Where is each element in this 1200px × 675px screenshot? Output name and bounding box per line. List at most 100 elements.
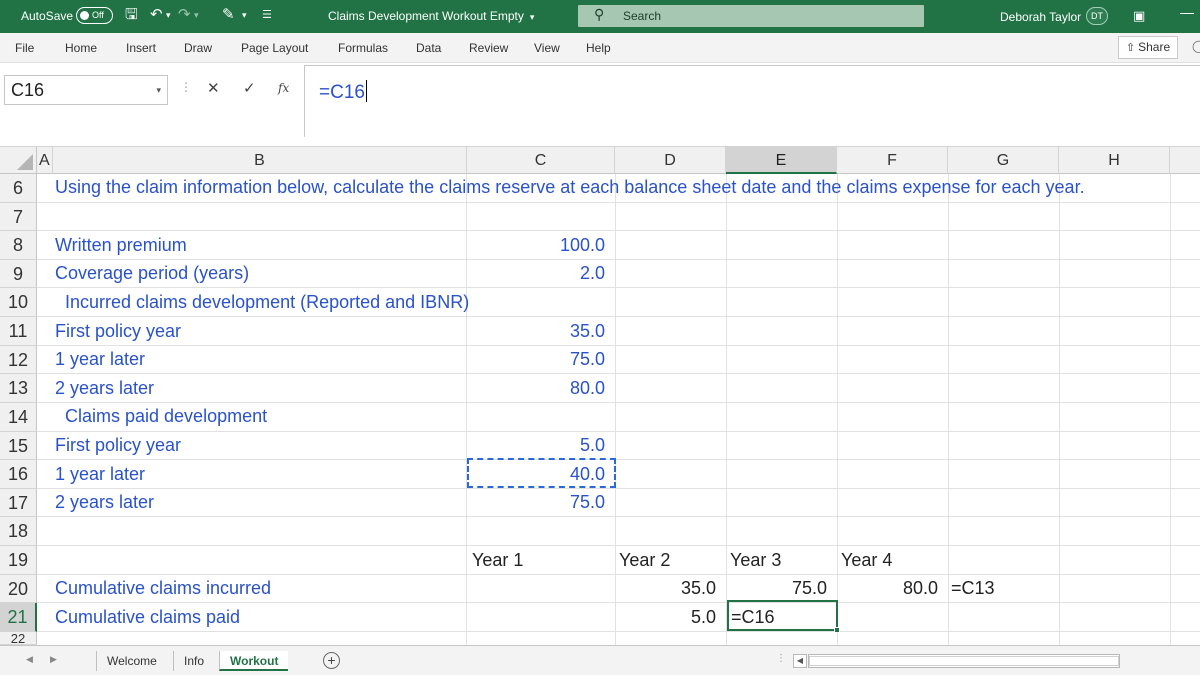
- tab-review[interactable]: Review: [469, 41, 508, 55]
- column-header-a[interactable]: A: [37, 147, 53, 174]
- year-3-header[interactable]: Year 3: [730, 550, 781, 571]
- sheet-tab-workout[interactable]: Workout: [219, 651, 289, 671]
- row-header-12[interactable]: 12: [0, 346, 37, 374]
- row-header-20[interactable]: 20: [0, 575, 37, 603]
- undo-icon[interactable]: ↶: [150, 6, 163, 24]
- incurred-header[interactable]: Incurred claims development (Reported an…: [65, 292, 469, 313]
- tab-file[interactable]: File: [15, 41, 34, 55]
- column-header-d[interactable]: D: [615, 147, 726, 174]
- coverage-period-label[interactable]: Coverage period (years): [55, 263, 249, 284]
- incurred-2-years-later-label[interactable]: 2 years later: [55, 378, 154, 399]
- incurred-1-year-later-label[interactable]: 1 year later: [55, 349, 145, 370]
- cumulative-incurred-label[interactable]: Cumulative claims incurred: [55, 578, 271, 599]
- more-options-icon[interactable]: ⋮: [180, 80, 192, 94]
- save-icon[interactable]: 🖫: [125, 6, 138, 24]
- row-header-17[interactable]: 17: [0, 489, 37, 517]
- chevron-down-icon[interactable]: ▾: [156, 76, 161, 104]
- paid-first-year-value[interactable]: 5.0: [467, 435, 605, 456]
- column-header-e[interactable]: E: [726, 147, 837, 174]
- ribbon-display-options-icon[interactable]: ▣: [1133, 8, 1145, 24]
- tab-view[interactable]: View: [534, 41, 560, 55]
- avatar[interactable]: DT: [1086, 7, 1108, 25]
- undo-dropdown-icon[interactable]: ▾: [166, 6, 171, 24]
- paid-2-years-later-value[interactable]: 75.0: [467, 492, 605, 513]
- tab-insert[interactable]: Insert: [126, 41, 156, 55]
- scroll-tabs-left-icon[interactable]: ◀: [26, 654, 33, 665]
- coverage-period-value[interactable]: 2.0: [467, 263, 605, 284]
- row-header-16[interactable]: 16: [0, 460, 37, 489]
- formula-input[interactable]: =C16: [304, 65, 1200, 137]
- document-title[interactable]: Claims Development Workout Empty ▾: [328, 9, 534, 23]
- column-header-h[interactable]: H: [1059, 147, 1170, 174]
- horizontal-scrollbar-thumb[interactable]: [809, 656, 1119, 666]
- row-header-18[interactable]: 18: [0, 517, 37, 546]
- row-header-22[interactable]: 22: [0, 632, 37, 645]
- year-2-header[interactable]: Year 2: [619, 550, 670, 571]
- share-button[interactable]: ⇧ Share: [1118, 36, 1178, 59]
- column-header-c[interactable]: C: [467, 147, 615, 174]
- incurred-first-year-value[interactable]: 35.0: [467, 321, 605, 342]
- insert-function-icon[interactable]: fx: [278, 81, 289, 95]
- written-premium-label[interactable]: Written premium: [55, 235, 187, 256]
- cumulative-incurred-e[interactable]: 75.0: [727, 578, 827, 599]
- scroll-left-icon[interactable]: ◀: [793, 654, 807, 668]
- instruction-text[interactable]: Using the claim information below, calcu…: [55, 177, 1085, 198]
- tab-draw[interactable]: Draw: [184, 41, 212, 55]
- row-header-15[interactable]: 15: [0, 432, 37, 460]
- incurred-1-year-later-value[interactable]: 75.0: [467, 349, 605, 370]
- add-sheet-icon[interactable]: +: [323, 652, 340, 669]
- horizontal-scrollbar[interactable]: [808, 654, 1120, 668]
- user-name[interactable]: Deborah Taylor: [1000, 10, 1081, 24]
- row-header-6[interactable]: 6: [0, 174, 37, 203]
- year-4-header[interactable]: Year 4: [841, 550, 892, 571]
- sheet-tab-info[interactable]: Info: [173, 651, 214, 671]
- row-header-9[interactable]: 9: [0, 260, 37, 288]
- row-header-19[interactable]: 19: [0, 546, 37, 575]
- column-header-f[interactable]: F: [837, 147, 948, 174]
- cancel-icon[interactable]: ✕: [207, 79, 220, 97]
- tab-formulas[interactable]: Formulas: [338, 41, 388, 55]
- paid-2-years-later-label[interactable]: 2 years later: [55, 492, 154, 513]
- cumulative-paid-d[interactable]: 5.0: [616, 607, 716, 628]
- painter-dropdown-icon[interactable]: ▾: [242, 6, 247, 24]
- paid-first-year-label[interactable]: First policy year: [55, 435, 181, 456]
- tab-home[interactable]: Home: [65, 41, 97, 55]
- cumulative-incurred-f[interactable]: 80.0: [838, 578, 938, 599]
- cumulative-paid-label[interactable]: Cumulative claims paid: [55, 607, 240, 628]
- cumulative-incurred-d[interactable]: 35.0: [616, 578, 716, 599]
- comments-icon[interactable]: ◯: [1192, 39, 1200, 53]
- column-header-b[interactable]: B: [53, 147, 467, 174]
- paid-header[interactable]: Claims paid development: [65, 406, 267, 427]
- split-handle-icon[interactable]: ⋮: [776, 653, 786, 664]
- tab-page-layout[interactable]: Page Layout: [241, 41, 308, 55]
- row-header-7[interactable]: 7: [0, 203, 37, 231]
- row-header-21[interactable]: 21: [0, 603, 37, 632]
- row-header-11[interactable]: 11: [0, 317, 37, 346]
- redo-icon[interactable]: ↷: [178, 6, 191, 24]
- cumulative-paid-e-edit[interactable]: =C16: [731, 607, 775, 628]
- row-header-13[interactable]: 13: [0, 374, 37, 403]
- row-header-10[interactable]: 10: [0, 288, 37, 317]
- incurred-2-years-later-value[interactable]: 80.0: [467, 378, 605, 399]
- customize-qat-icon[interactable]: ☰: [262, 6, 272, 24]
- sheet-tab-welcome[interactable]: Welcome: [96, 651, 167, 671]
- column-header-next[interactable]: [1170, 147, 1200, 174]
- row-header-14[interactable]: 14: [0, 403, 37, 432]
- select-all-button[interactable]: [0, 147, 37, 174]
- fill-handle[interactable]: [834, 627, 840, 633]
- scroll-tabs-right-icon[interactable]: ▶: [50, 654, 57, 665]
- name-box[interactable]: C16 ▾: [4, 75, 168, 105]
- format-painter-icon[interactable]: ✎: [222, 6, 235, 24]
- tab-help[interactable]: Help: [586, 41, 611, 55]
- search-box[interactable]: ⚲ Search: [578, 5, 924, 27]
- year-1-header[interactable]: Year 1: [472, 550, 523, 571]
- tab-data[interactable]: Data: [416, 41, 441, 55]
- autosave-toggle[interactable]: Off: [76, 7, 113, 24]
- row-header-8[interactable]: 8: [0, 231, 37, 260]
- written-premium-value[interactable]: 100.0: [467, 235, 605, 256]
- paid-1-year-later-label[interactable]: 1 year later: [55, 464, 145, 485]
- redo-dropdown-icon[interactable]: ▾: [194, 6, 199, 24]
- column-header-g[interactable]: G: [948, 147, 1059, 174]
- incurred-first-year-label[interactable]: First policy year: [55, 321, 181, 342]
- enter-icon[interactable]: ✓: [243, 79, 256, 97]
